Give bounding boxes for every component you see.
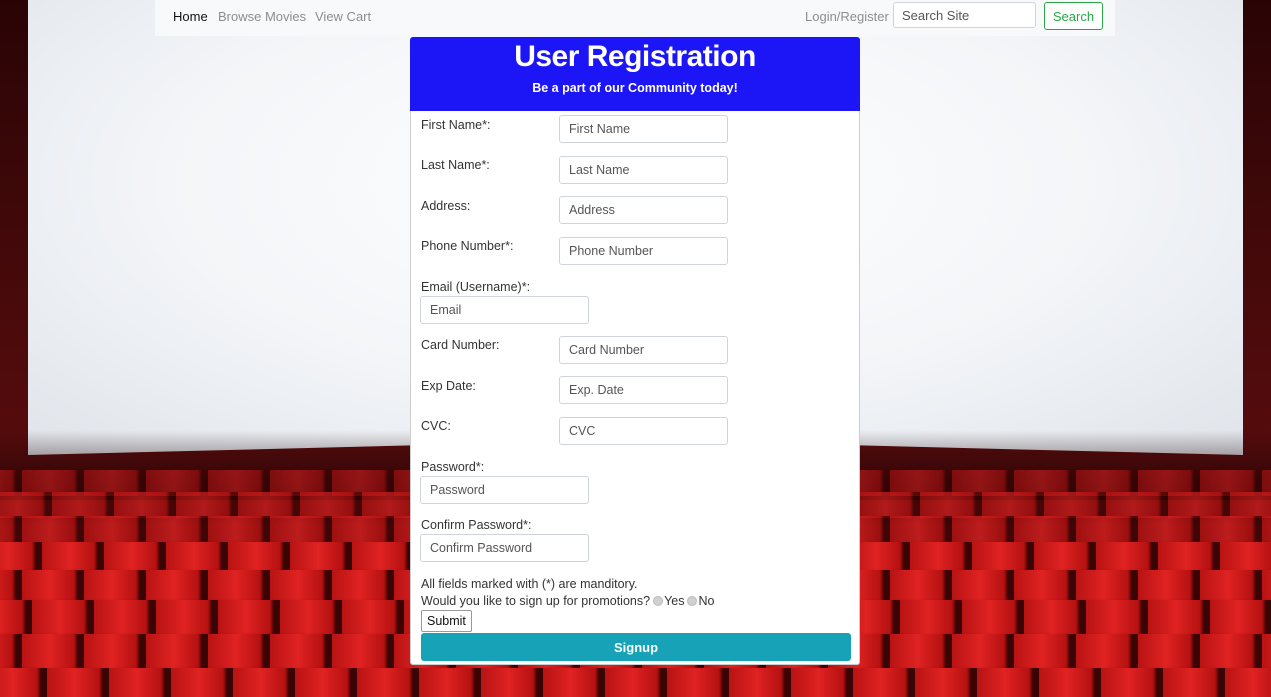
promotions-question: Would you like to sign up for promotions… — [421, 594, 714, 608]
submit-button[interactable]: Submit — [421, 610, 472, 632]
promo-yes-label: Yes — [664, 594, 685, 608]
nav-home-link[interactable]: Home — [173, 9, 208, 24]
password-input[interactable] — [420, 476, 589, 504]
cvc-label: CVC: — [421, 419, 451, 433]
phone-input[interactable] — [559, 237, 728, 265]
promo-yes-radio[interactable] — [653, 596, 664, 606]
first-name-input[interactable] — [559, 115, 728, 143]
exp-date-label: Exp Date: — [421, 379, 476, 393]
exp-date-input[interactable] — [559, 376, 728, 404]
address-input[interactable] — [559, 196, 728, 224]
email-label: Email (Username)*: — [421, 280, 531, 294]
first-name-label: First Name*: — [421, 118, 491, 132]
last-name-label: Last Name*: — [421, 158, 490, 172]
nav-login-register-link[interactable]: Login/Register — [805, 9, 889, 24]
confirm-password-input[interactable] — [420, 534, 589, 562]
address-label: Address: — [421, 199, 471, 213]
registration-header: User Registration Be a part of our Commu… — [410, 37, 860, 111]
signup-button[interactable]: Signup — [421, 633, 851, 661]
page-subtitle: Be a part of our Community today! — [532, 81, 738, 95]
last-name-input[interactable] — [559, 156, 728, 184]
nav-browse-movies-link[interactable]: Browse Movies — [218, 9, 306, 24]
top-navbar: Home Browse Movies View Cart Login/Regis… — [155, 0, 1115, 36]
email-input[interactable] — [420, 296, 589, 324]
required-fields-note: All fields marked with (*) are manditory… — [421, 577, 638, 591]
search-button[interactable]: Search — [1044, 2, 1103, 30]
promo-no-radio[interactable] — [687, 596, 698, 606]
page-title: User Registration — [514, 40, 756, 73]
cvc-input[interactable] — [559, 417, 728, 445]
password-label: Password*: — [421, 460, 485, 474]
phone-label: Phone Number*: — [421, 239, 514, 253]
search-input[interactable] — [893, 2, 1036, 28]
seat-row — [0, 668, 1271, 697]
registration-form: First Name*: Last Name*: Address: Phone … — [410, 111, 860, 665]
card-number-input[interactable] — [559, 336, 728, 364]
card-number-label: Card Number: — [421, 338, 500, 352]
confirm-password-label: Confirm Password*: — [421, 518, 532, 532]
promo-no-label: No — [698, 594, 715, 608]
promotions-question-text: Would you like to sign up for promotions… — [421, 594, 651, 608]
nav-view-cart-link[interactable]: View Cart — [315, 9, 371, 24]
